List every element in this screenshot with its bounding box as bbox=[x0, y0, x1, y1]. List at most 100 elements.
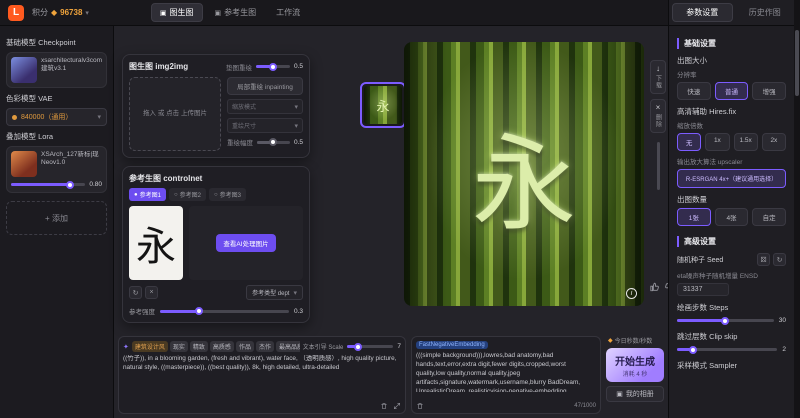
negative-prompt-input[interactable]: (((simple background))),lowres,bad anato… bbox=[416, 352, 596, 392]
generate-label: 开始生成 bbox=[615, 353, 655, 368]
basic-settings-title: 基础设置 bbox=[677, 38, 786, 49]
tab-history[interactable]: 历史作图 bbox=[736, 0, 795, 25]
positive-prompt-input[interactable]: ((竹子)), in a blooming garden, (fresh and… bbox=[123, 355, 401, 397]
controlnet-panel: 参考生图 controlnet ● 参考图1 ○ 参考图2 ○ 参考图3 永 bbox=[122, 166, 310, 323]
prompt-tag[interactable]: 杰作 bbox=[256, 341, 274, 352]
tab-img2img[interactable]: ▣ 图生图 bbox=[151, 3, 203, 22]
strength-slider[interactable] bbox=[160, 310, 289, 313]
generated-image[interactable]: 永 i bbox=[404, 42, 644, 306]
vae-select[interactable]: 840000（通用） ▾ bbox=[6, 108, 107, 126]
expand-prompt-button[interactable] bbox=[393, 402, 401, 410]
controlnet-tab-1[interactable]: ● 参考图1 bbox=[129, 188, 166, 201]
count-1[interactable]: 1张 bbox=[677, 208, 711, 226]
window-scrollbar[interactable] bbox=[794, 0, 800, 418]
expand-icon bbox=[393, 402, 401, 410]
checkpoint-section-title: 基础模型 Checkpoint bbox=[6, 37, 107, 48]
points-label: 积分 bbox=[32, 7, 48, 18]
checkpoint-thumbnail bbox=[11, 57, 37, 83]
reference-type-select[interactable]: 参考类型 dept ▾ bbox=[246, 285, 303, 300]
scrollbar-thumb[interactable] bbox=[795, 30, 799, 96]
clear-negative-button[interactable] bbox=[416, 402, 424, 410]
vae-value: 840000（通用） bbox=[21, 112, 93, 122]
strength-value: 0.3 bbox=[294, 308, 303, 315]
prompt-tag[interactable]: 精致 bbox=[190, 341, 208, 352]
controlnet-tab-3[interactable]: ○ 参考图3 bbox=[209, 188, 246, 201]
scale-15x[interactable]: 1.5x bbox=[734, 133, 758, 151]
viewer-scrollbar[interactable] bbox=[657, 142, 660, 190]
resize-size-select[interactable]: 重绘尺寸 ▾ bbox=[227, 118, 303, 133]
redraw-value: 0.5 bbox=[294, 63, 303, 70]
info-icon[interactable]: i bbox=[626, 288, 637, 299]
generate-button[interactable]: 开始生成 消耗 4 秒 bbox=[606, 348, 664, 382]
inpaint-button[interactable]: 局部重绘 inpainting bbox=[227, 77, 303, 95]
reupload-icon[interactable]: ↻ bbox=[129, 286, 142, 299]
tab-reference-label: 参考生图 bbox=[224, 7, 256, 18]
tab-workflow[interactable]: 工作流 bbox=[268, 3, 308, 22]
tab-parameters[interactable]: 参数设置 bbox=[672, 3, 733, 22]
scale-2x[interactable]: 2x bbox=[762, 133, 786, 151]
app-logo-icon[interactable]: L bbox=[8, 5, 24, 21]
resize-mode-select[interactable]: 缩放模式 ▾ bbox=[227, 99, 303, 114]
negative-embedding-chip[interactable]: FastNegativeEmbedding bbox=[416, 341, 488, 349]
controlnet-tab-3-label: 参考图3 bbox=[220, 190, 241, 199]
image-toolbar: ↓ 下载 × 删除 bbox=[650, 60, 666, 190]
reference-icon: ▣ bbox=[215, 9, 222, 17]
result-thumbnail[interactable]: 永 bbox=[360, 82, 406, 128]
resize-mode-value: 缩放模式 bbox=[232, 102, 256, 111]
redraw-slider[interactable] bbox=[256, 65, 290, 68]
lora-weight-slider[interactable] bbox=[11, 183, 85, 186]
scale-1x[interactable]: 1x bbox=[705, 133, 729, 151]
download-label: 下载 bbox=[654, 75, 663, 89]
clear-prompt-button[interactable] bbox=[380, 402, 388, 410]
upload-dropzone[interactable]: 拖入 或 点击 上传图片 bbox=[129, 77, 221, 151]
controlnet-tab-2-label: 参考图2 bbox=[180, 190, 201, 199]
prompt-tag[interactable]: 作品 bbox=[236, 341, 254, 352]
delete-button[interactable]: × 删除 bbox=[650, 99, 666, 133]
reference-image-glyph: 永 bbox=[136, 214, 176, 272]
trash-icon bbox=[380, 402, 388, 410]
denoise-label: 重绘幅度 bbox=[227, 137, 253, 147]
lora-card[interactable]: XSArch_127新标|现Neov1.0 0.80 bbox=[6, 146, 107, 193]
upscaler-select[interactable]: R-ESRGAN 4x+（建议通用选择） bbox=[677, 169, 786, 188]
download-button[interactable]: ↓ 下载 bbox=[650, 60, 666, 94]
scale-factor-options: 无 1x 1.5x 2x bbox=[677, 133, 786, 151]
resolution-enhanced[interactable]: 增强 bbox=[752, 82, 786, 100]
download-icon: ↓ bbox=[656, 65, 660, 73]
count-custom[interactable]: 自定 bbox=[752, 208, 786, 226]
upload-hint: 拖入 或 点击 上传图片 bbox=[143, 109, 207, 119]
prompt-tag[interactable]: 高质感 bbox=[210, 341, 234, 352]
remove-reference-icon[interactable]: × bbox=[145, 286, 158, 299]
positive-prompt-box: ✦ 建筑设计风 现实 精致 高质感 作品 杰作 最高品质 文本引导 Scale bbox=[118, 336, 406, 414]
upscaler-label: 输出放大算法 upscaler bbox=[677, 156, 786, 166]
reference-image[interactable]: 永 bbox=[129, 206, 183, 280]
prompt-tag[interactable]: 最高品质 bbox=[276, 341, 300, 352]
steps-slider[interactable] bbox=[677, 319, 774, 322]
album-button[interactable]: ▣ 我的相册 bbox=[606, 386, 664, 402]
add-model-button[interactable]: + 添加 bbox=[6, 201, 107, 235]
resize-size-value: 重绘尺寸 bbox=[232, 121, 256, 130]
lora-weight-value: 0.80 bbox=[89, 181, 102, 188]
tab-reference[interactable]: ▣ 参考生图 bbox=[207, 3, 265, 22]
inpaint-label: 局部重绘 inpainting bbox=[237, 84, 293, 91]
cfg-scale-label: 文本引导 Scale bbox=[303, 342, 344, 351]
dice-icon[interactable]: ⚄ bbox=[757, 253, 770, 266]
controlnet-tab-2[interactable]: ○ 参考图2 bbox=[169, 188, 206, 201]
checkpoint-card[interactable]: xsarchitecturalv3com建筑v3.1 bbox=[6, 52, 107, 88]
cfg-scale-slider[interactable] bbox=[347, 345, 393, 348]
clip-skip-slider[interactable] bbox=[677, 348, 777, 351]
resolution-normal[interactable]: 普通 bbox=[715, 82, 749, 100]
scale-none[interactable]: 无 bbox=[677, 133, 701, 151]
thumbs-up-icon[interactable] bbox=[650, 282, 660, 292]
prompt-tag[interactable]: 建筑设计风 bbox=[132, 341, 168, 352]
count-options: 1张 4张 自定 bbox=[677, 208, 786, 226]
points-badge[interactable]: 积分 ◆ 96738 ▾ bbox=[32, 7, 89, 18]
resolution-options: 快速 普通 增强 bbox=[677, 82, 786, 100]
prompt-tag[interactable]: 现实 bbox=[170, 341, 188, 352]
reuse-seed-icon[interactable]: ↻ bbox=[773, 253, 786, 266]
view-processed-button[interactable]: 查看AI处理图片 bbox=[216, 234, 275, 252]
resolution-fast[interactable]: 快速 bbox=[677, 82, 711, 100]
ensd-input[interactable]: 31337 bbox=[677, 283, 729, 296]
count-4[interactable]: 4张 bbox=[715, 208, 749, 226]
generate-column: ◆ 今日秒数/秒数 开始生成 消耗 4 秒 ▣ 我的相册 bbox=[606, 336, 664, 414]
denoise-slider[interactable] bbox=[257, 141, 290, 144]
